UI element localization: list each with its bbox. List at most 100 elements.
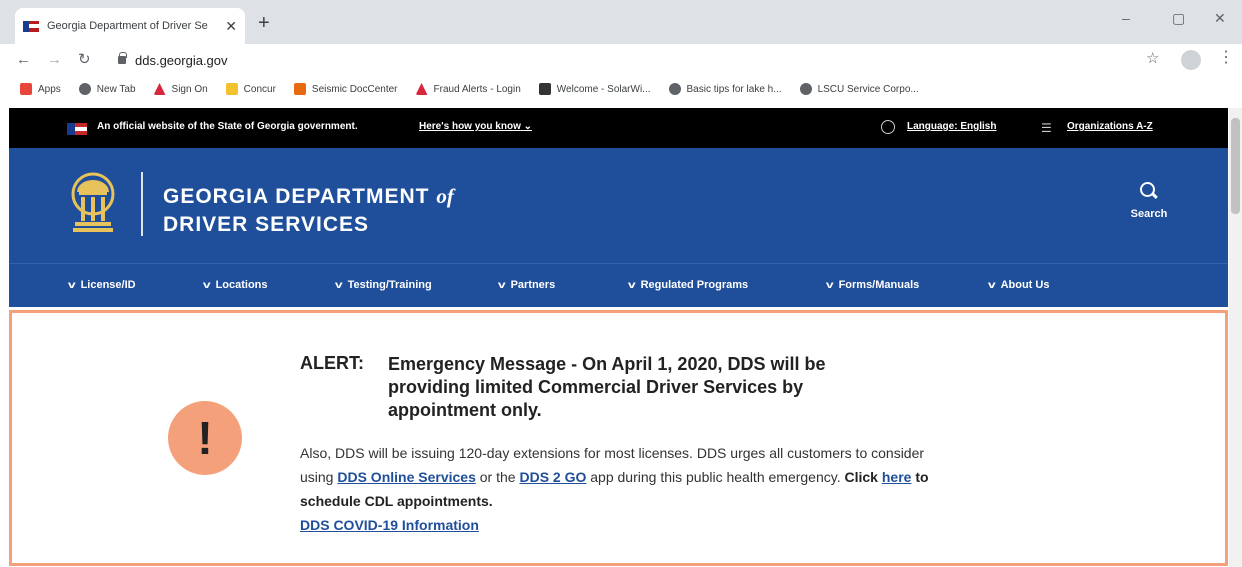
restore-icon[interactable]: ▢ [1172,10,1185,27]
bookmark-item[interactable]: Basic tips for lake h... [668,83,782,95]
globe-icon [881,120,895,134]
alert-body-text: or the [475,469,520,485]
alert-body: Also, DDS will be issuing 120-day extens… [300,441,960,537]
nav-item-forms-manuals[interactable]: v Forms/Manuals [825,279,920,291]
nav-label: About Us [1000,279,1050,291]
bookmark-item[interactable]: LSCU Service Corpo... [799,83,919,95]
nav-label: Partners [510,279,556,291]
brand-line-1: GEORGIA DEPARTMENT [163,185,437,208]
language-link[interactable]: Language: English [907,121,996,132]
tab-close-icon[interactable]: ✕ [225,18,237,35]
georgia-flag-favicon-icon [23,20,39,32]
brand-line-2: DRIVER SERVICES [163,213,369,236]
scrollbar-thumb[interactable] [1231,118,1240,214]
browser-menu-icon[interactable]: ⋮ [1218,47,1234,67]
bookmark-label: Sign On [171,83,208,95]
nav-label: Regulated Programs [640,279,749,291]
chevron-down-icon: v [334,280,343,291]
click-text: Click [844,469,882,485]
bookmark-label: Seismic DocCenter [311,83,398,95]
site-header: GEORGIA DEPARTMENT of DRIVER SERVICES Se… [9,148,1228,263]
bookmark-label: LSCU Service Corpo... [817,83,919,95]
apps-grid-icon [20,83,32,95]
chevron-down-icon: ⌄ [523,121,533,132]
alert-title: Emergency Message - On April 1, 2020, DD… [388,354,826,420]
header-divider [141,172,143,236]
alert-label: ALERT: [300,353,364,373]
site-title[interactable]: GEORGIA DEPARTMENT of DRIVER SERVICES [163,182,454,239]
bookmark-label: Basic tips for lake h... [686,83,782,95]
bookmark-item[interactable]: New Tab [78,83,136,95]
bookmarks-bar: Apps New Tab Sign On Concur Seismic DocCente… [0,76,1242,102]
bookmark-item[interactable]: Seismic DocCenter [293,83,398,95]
globe-icon [799,83,812,95]
browser-toolbar: ← → ↻ dds.georgia.gov [0,44,1242,74]
search-button[interactable]: Search [1119,182,1179,220]
chevron-down-icon: v [627,280,636,291]
covid-info-link[interactable]: DDS COVID-19 Information [300,517,479,533]
url-text: dds.georgia.gov [135,52,228,68]
bookmark-label: Fraud Alerts - Login [433,83,521,95]
alert-body-text: app during this public health emergency. [586,469,845,485]
triangle-logo-icon [415,83,428,95]
schedule-cdl-here-link[interactable]: here [882,469,912,485]
minimize-icon[interactable]: – [1122,10,1130,26]
forward-arrow-icon[interactable]: → [47,51,62,68]
globe-icon [668,83,681,95]
official-site-banner: An official website of the State of Geor… [9,108,1228,148]
dds-online-services-link[interactable]: DDS Online Services [337,469,476,485]
bookmark-item[interactable]: Concur [225,83,276,95]
browser-tab[interactable]: Georgia Department of Driver Se ✕ [15,8,245,44]
address-bar[interactable]: dds.georgia.gov [118,49,1138,71]
chevron-down-icon: v [497,280,506,291]
lock-icon[interactable] [118,52,127,64]
triangle-logo-icon [153,83,166,95]
georgia-seal-logo-icon[interactable] [67,170,119,236]
bookmark-label: Apps [38,83,61,95]
solarwinds-icon [538,83,551,95]
official-message: An official website of the State of Geor… [97,121,358,132]
nav-label: Testing/Training [347,279,432,291]
tab-strip: Georgia Department of Driver Se ✕ + – ▢ … [0,0,1242,44]
nav-item-partners[interactable]: v Partners [497,279,556,291]
bookmark-star-icon[interactable]: ☆ [1146,49,1159,67]
globe-icon [78,83,91,95]
nav-item-regulated-programs[interactable]: v Regulated Programs [627,279,749,291]
nav-label: License/ID [80,279,136,291]
bookmark-item[interactable]: Fraud Alerts - Login [415,83,521,95]
georgia-flag-icon [67,123,87,135]
alert-box: ! ALERT: Emergency Message - On April 1,… [9,310,1228,566]
tab-title: Georgia Department of Driver Se [47,20,208,32]
list-icon: ☰ [1041,121,1052,135]
profile-avatar-icon[interactable] [1181,50,1201,70]
nav-item-about-us[interactable]: v About Us [987,279,1050,291]
browser-window: Georgia Department of Driver Se ✕ + – ▢ … [0,0,1242,567]
search-label: Search [1130,208,1168,220]
how-you-know-label: Here's how you know [419,121,521,132]
organizations-link[interactable]: Organizations A-Z [1067,121,1153,132]
chevron-down-icon: v [202,280,211,291]
bookmark-item[interactable]: Apps [20,83,61,95]
bookmark-label: Welcome - SolarWi... [556,83,651,95]
how-you-know-link[interactable]: Here's how you know ⌄ [419,121,532,132]
bookmark-item[interactable]: Sign On [153,83,208,95]
bookmark-label: Concur [243,83,276,95]
search-icon [1140,182,1158,200]
nav-label: Locations [215,279,268,291]
window-close-icon[interactable]: ✕ [1214,10,1226,27]
brand-of: of [436,184,454,208]
bookmark-label: New Tab [96,83,136,95]
bookmark-item[interactable]: Welcome - SolarWi... [538,83,651,95]
new-tab-button[interactable]: + [258,12,270,35]
concur-icon [225,83,238,95]
dds-2-go-link[interactable]: DDS 2 GO [519,469,586,485]
nav-label: Forms/Manuals [838,279,920,291]
nav-item-license-id[interactable]: v License/ID [68,279,136,291]
chevron-down-icon: v [987,280,996,291]
chevron-down-icon: v [825,280,834,291]
nav-item-testing-training[interactable]: v Testing/Training [334,279,432,291]
main-nav: v License/ID v Locations v Testing/Training… [9,263,1228,307]
reload-icon[interactable]: ↻ [78,50,91,68]
back-arrow-icon[interactable]: ← [16,51,31,68]
nav-item-locations[interactable]: v Locations [202,279,268,291]
